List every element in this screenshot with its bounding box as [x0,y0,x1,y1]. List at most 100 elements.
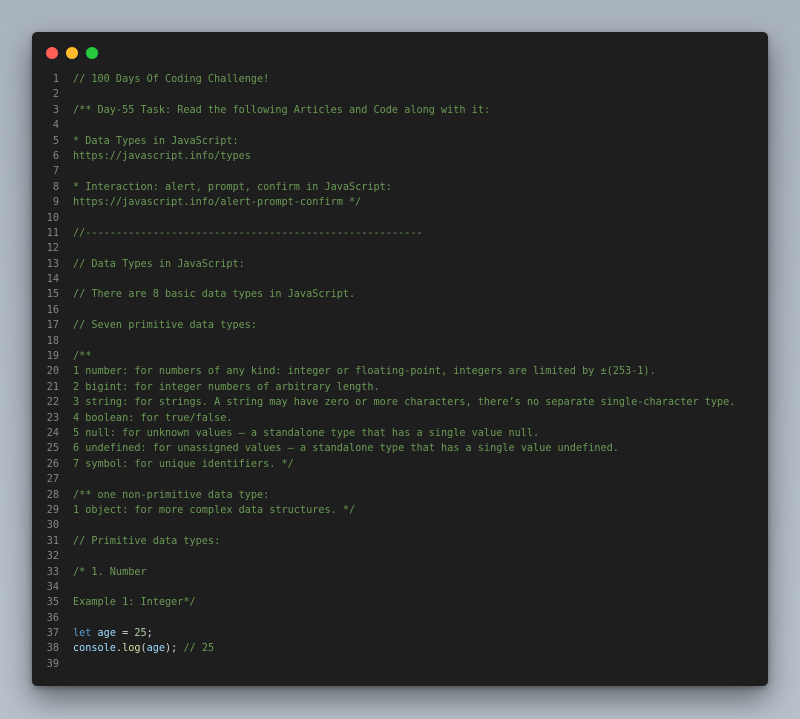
code-token-comment: 5 null: for unknown values – a standalon… [73,427,540,439]
code-line: 33 /* 1. Number [32,565,768,580]
line-number: 39 [46,658,59,670]
code-line: 22 3 string: for strings. A string may ha… [32,395,768,410]
line-content: 1 number: for numbers of any kind: integ… [59,364,656,379]
line-content [59,211,73,226]
line-number: 26 [46,458,59,470]
line-content: //--------------------------------------… [59,226,423,241]
line-number: 33 [46,566,59,578]
line-number: 34 [46,581,59,593]
code-line: 16 [32,303,768,318]
close-window-icon[interactable] [46,47,58,59]
line-content: /** one non-primitive data type: [59,488,269,503]
code-editor[interactable]: 1// 100 Days Of Coding Challenge! 2 3/** D… [32,72,768,672]
code-token-comment: /** Day-55 Task: Read the following Arti… [73,104,491,116]
code-token-comment: //--------------------------------------… [73,227,423,239]
code-line: 31 // Primitive data types: [32,534,768,549]
code-line: 1 // 100 Days Of Coding Challenge! [32,72,768,87]
line-content [59,334,73,349]
code-token-comment: /** one non-primitive data type: [73,489,270,501]
line-content [59,657,73,672]
line-content: 2 bigint: for integer numbers of arbitra… [59,380,380,395]
line-content [59,87,73,102]
line-number: 14 [46,274,59,286]
line-number: 12 [46,243,59,255]
code-line: 20 1 number: for numbers of any kind: int… [32,364,768,379]
code-line: 13 // Data Types in JavaScript: [32,257,768,272]
code-line: 29 1 object: for more complex data struct… [32,503,768,518]
line-number: 27 [46,474,59,486]
code-line: 8 * Interaction: alert, prompt, confirm i… [32,180,768,195]
line-content [59,164,73,179]
code-token-comment: // 25 [183,643,215,655]
code-line: 12 [32,241,768,256]
line-number: 23 [46,412,59,424]
code-token-comment: 4 boolean: for true/false. [73,412,233,424]
code-token-comment: // Data Types in JavaScript: [73,258,245,270]
line-content: /** Day-55 Task: Read the following Arti… [59,103,490,118]
code-line: 30 [32,518,768,533]
code-token-comment: 3 string: for strings. A string may have… [73,397,736,409]
line-content: 5 null: for unknown values – a standalon… [59,426,539,441]
code-token-var: age [97,628,116,640]
code-line: 25 6 undefined: for unassigned values – a… [32,441,768,456]
line-content [59,580,73,595]
line-content: 1 object: for more complex data structur… [59,503,355,518]
code-token-comment: 6 undefined: for unassigned values – a s… [73,443,619,455]
code-token-comment: /* 1. Number [73,566,147,578]
code-token-comment: /** [73,351,92,363]
line-number: 22 [46,397,59,409]
line-number: 15 [46,289,59,301]
code-token-num: 25 [134,628,147,640]
code-line: 27 [32,472,768,487]
line-content: https://javascript.info/types [59,149,251,164]
line-number: 30 [46,520,59,532]
code-token-keyword: let [73,628,92,640]
code-token-comment: * Interaction: alert, prompt, confirm in… [73,181,392,193]
code-line: 28 /** one non-primitive data type: [32,488,768,503]
code-token-comment: https://javascript.info/alert-prompt-con… [73,197,362,209]
line-number: 10 [46,212,59,224]
code-line: 15 // There are 8 basic data types in Jav… [32,287,768,302]
line-content: // Primitive data types: [59,534,220,549]
line-content: 6 undefined: for unassigned values – a s… [59,441,619,456]
minimize-window-icon[interactable] [66,47,78,59]
line-number: 2 [52,89,59,101]
line-number: 8 [52,181,59,193]
code-token-op: = [115,628,135,640]
line-number: 6 [52,150,59,162]
code-line: 34 [32,580,768,595]
line-number: 20 [46,366,59,378]
window-titlebar [46,47,98,61]
code-line: 3 /** Day-55 Task: Read the following Art… [32,103,768,118]
code-line: 17 // Seven primitive data types: [32,318,768,333]
code-line: 4 [32,118,768,133]
line-content: // Seven primitive data types: [59,318,257,333]
code-token-comment: Example 1: Integer*/ [73,597,196,609]
line-content: // 100 Days Of Coding Challenge! [59,72,269,87]
code-line: 10 [32,211,768,226]
line-number: 38 [46,643,59,655]
line-number: 32 [46,551,59,563]
line-content [59,303,73,318]
line-number: 19 [46,351,59,363]
line-content: * Data Types in JavaScript: [59,134,239,149]
code-line: 35 Example 1: Integer*/ [32,595,768,610]
code-line: 36 [32,611,768,626]
line-content [59,611,73,626]
line-number: 7 [52,166,59,178]
code-line: 39 [32,657,768,672]
code-line: 38 console.log(age); // 25 [32,641,768,656]
line-content: let age = 25; [59,626,153,641]
code-token-plain: ; [146,628,153,640]
line-content [59,518,73,533]
code-line: 21 2 bigint: for integer numbers of arbit… [32,380,768,395]
line-number: 17 [46,320,59,332]
line-number: 24 [46,427,59,439]
line-content: console.log(age); // 25 [59,641,214,656]
line-number: 29 [46,504,59,516]
line-number: 9 [52,197,59,209]
code-line: 5 * Data Types in JavaScript: [32,134,768,149]
line-content: /** [59,349,91,364]
line-content: * Interaction: alert, prompt, confirm in… [59,180,392,195]
maximize-window-icon[interactable] [86,47,98,59]
